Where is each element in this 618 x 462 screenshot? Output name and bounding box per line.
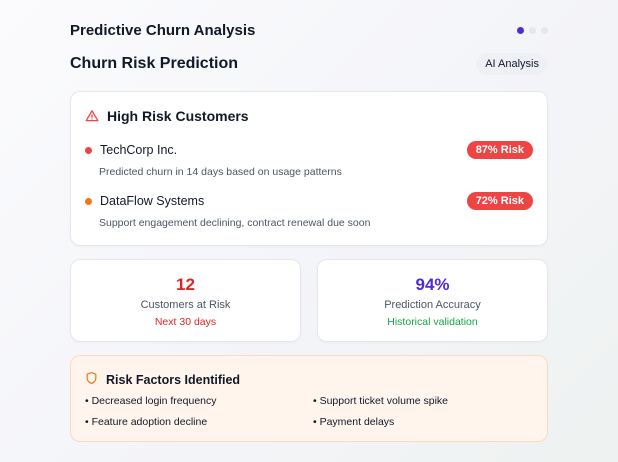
warning-triangle-icon <box>85 109 99 123</box>
customer-name: TechCorp Inc. <box>100 143 178 157</box>
risk-factors-card: Risk Factors Identified • Decreased logi… <box>70 355 548 442</box>
section-header: Churn Risk Prediction AI Analysis <box>70 53 548 75</box>
stat-card-customers-at-risk: 12 Customers at Risk Next 30 days <box>70 259 301 342</box>
ai-analysis-badge: AI Analysis <box>476 53 548 75</box>
app-title: Predictive Churn Analysis <box>70 21 256 39</box>
pager-dot[interactable] <box>541 26 548 34</box>
risk-badge: 72% Risk <box>466 192 533 210</box>
risk-factor-list: • Decreased login frequency • Support ti… <box>85 395 533 428</box>
stat-subtext: Next 30 days <box>154 316 217 328</box>
stat-subtext: Historical validation <box>387 316 478 328</box>
risk-dot <box>85 146 92 154</box>
high-risk-title: High Risk Customers <box>107 108 249 124</box>
stat-card-prediction-accuracy: 94% Prediction Accuracy Historical valid… <box>317 259 548 342</box>
pager-dot[interactable] <box>517 26 524 34</box>
risk-factor-item: • Support ticket volume spike <box>313 395 448 407</box>
customer-item[interactable]: DataFlow Systems 72% Risk Support engage… <box>85 191 533 229</box>
customer-left: DataFlow Systems <box>85 194 204 208</box>
risk-factor-item: • Decreased login frequency <box>85 395 217 407</box>
customer-left: TechCorp Inc. <box>85 143 177 157</box>
risk-factor-item: • Feature adoption decline <box>85 416 208 428</box>
pager-dot[interactable] <box>529 26 536 34</box>
customer-row: DataFlow Systems 72% Risk <box>85 191 533 211</box>
risk-factors-title: Risk Factors Identified <box>106 373 241 387</box>
high-risk-card: High Risk Customers TechCorp Inc. 87% Ri… <box>70 91 548 246</box>
customer-row: TechCorp Inc. 87% Risk <box>85 140 533 160</box>
risk-badge: 87% Risk <box>466 141 533 159</box>
shield-icon <box>85 371 98 390</box>
risk-factor-item: • Payment delays <box>313 416 395 428</box>
top-bar: Predictive Churn Analysis <box>70 0 548 60</box>
risk-dot <box>85 197 92 205</box>
stat-value: 94% <box>415 275 450 294</box>
stat-value: 12 <box>176 275 195 294</box>
pager-dots <box>517 26 548 34</box>
customer-name: DataFlow Systems <box>100 194 205 208</box>
churn-panel: Predictive Churn Analysis Churn Risk Pre… <box>70 0 548 442</box>
high-risk-header: High Risk Customers <box>85 92 533 140</box>
stat-label: Prediction Accuracy <box>384 299 481 311</box>
stat-label: Customers at Risk <box>140 299 231 311</box>
customer-note: Predicted churn in 14 days based on usag… <box>99 166 342 178</box>
customer-item[interactable]: TechCorp Inc. 87% Risk Predicted churn i… <box>85 140 533 178</box>
customer-note: Support engagement declining, contract r… <box>99 217 371 229</box>
section-title: Churn Risk Prediction <box>70 55 239 72</box>
